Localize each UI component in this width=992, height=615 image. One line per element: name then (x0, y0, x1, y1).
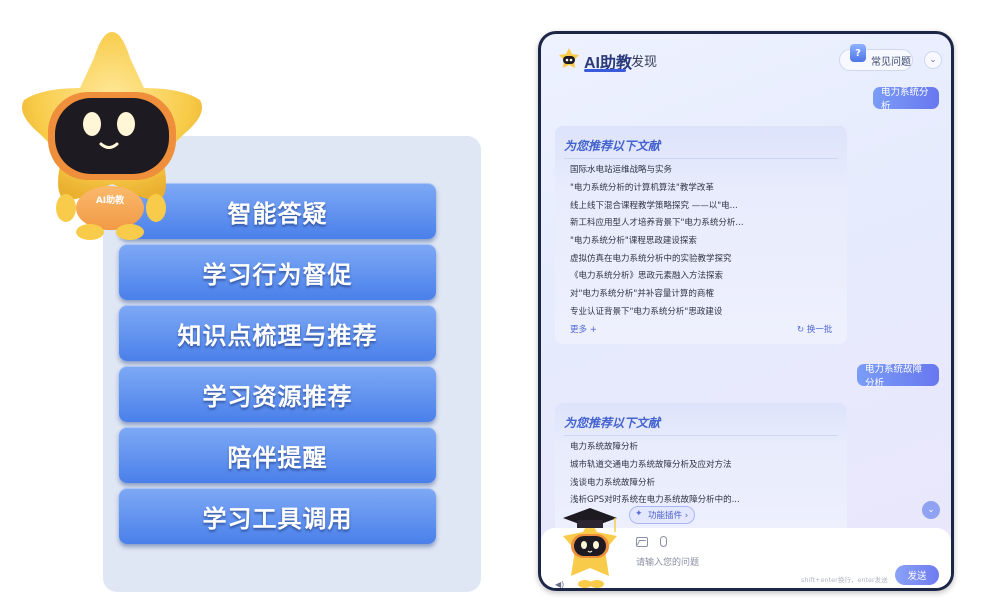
literature-item[interactable]: 专业认证背景下"电力系统分析"思政建设 (570, 305, 722, 317)
send-button[interactable]: 发送 (895, 565, 939, 585)
feature-learning-supervision[interactable]: 学习行为督促 (119, 244, 436, 300)
feature-knowledge-review[interactable]: 知识点梳理与推荐 (119, 305, 436, 361)
literature-item[interactable]: 浅谈电力系统故障分析 (570, 476, 655, 488)
robot-logo-icon (559, 48, 579, 68)
plugin-icon: ✦ (635, 509, 643, 519)
literature-item[interactable]: 对"电力系统分析"并补容量计算的商榷 (570, 287, 714, 299)
literature-item[interactable]: 线上线下混合课程教学策略探究 ——以"电... (570, 199, 738, 211)
graduate-mascot-illustration (563, 508, 617, 588)
chat-window: AI助教 发现 ? 常见问题 ⌄ 电力系统分析 为您推荐以下文献 国际水电站运维… (538, 31, 954, 591)
speaker-icon[interactable]: ◀) (555, 580, 564, 588)
message-input[interactable]: 请输入您的问题 (636, 555, 699, 568)
refresh-icon: ↻ (797, 325, 805, 335)
star-mascot-illustration: AI助教 (22, 32, 202, 240)
plugin-label: 功能插件 › (648, 511, 689, 521)
feature-resource-recommend[interactable]: 学习资源推荐 (119, 366, 436, 422)
literature-item[interactable]: 电力系统故障分析 (570, 440, 638, 452)
literature-item[interactable]: 城市轨道交通电力系统故障分析及应对方法 (570, 458, 732, 470)
collapse-button[interactable]: ⌄ (924, 51, 942, 69)
feature-tool-invocation[interactable]: 学习工具调用 (119, 488, 436, 544)
divider (564, 158, 838, 159)
microphone-icon[interactable] (660, 536, 667, 547)
literature-item[interactable]: 国际水电站运维战略与实务 (570, 163, 672, 175)
chevron-down-icon: ⌄ (929, 55, 937, 65)
recommendation-title: 为您推荐以下文献 (564, 139, 661, 153)
chat-screen: AI助教 发现 ? 常见问题 ⌄ 电力系统分析 为您推荐以下文献 国际水电站运维… (541, 34, 951, 588)
tab-discover[interactable]: 发现 (631, 51, 657, 70)
literature-item[interactable]: 《电力系统分析》思政元素融入方法探索 (570, 269, 723, 281)
user-message: 电力系统故障分析 (857, 364, 939, 389)
recommendation-card: 为您推荐以下文献 国际水电站运维战略与实务 "电力系统分析的计算机算法"教学改革… (555, 126, 847, 344)
divider (564, 435, 838, 436)
scroll-to-bottom-button[interactable]: ⌄ (922, 501, 940, 519)
refresh-label: 换一批 (806, 325, 833, 335)
feature-companion-reminder[interactable]: 陪伴提醒 (119, 427, 436, 483)
image-upload-icon[interactable] (636, 537, 648, 547)
plugin-button[interactable]: ✦ 功能插件 › (629, 506, 695, 524)
question-icon: ? (850, 44, 866, 62)
shortcut-hint: shift+enter换行，enter发送 (801, 576, 888, 584)
literature-item[interactable]: "电力系统分析的计算机算法"教学改革 (570, 181, 714, 193)
chevron-down-icon: ⌄ (927, 505, 935, 515)
faq-button[interactable]: ? 常见问题 (839, 44, 913, 71)
user-message: 电力系统分析 (873, 87, 939, 112)
refresh-button[interactable]: ↻ 换一批 (797, 323, 832, 335)
more-link[interactable]: 更多 + (570, 323, 597, 335)
mascot-badge: AI助教 (96, 194, 125, 206)
chat-topbar: AI助教 发现 ? 常见问题 ⌄ (541, 34, 951, 84)
active-tab-indicator (584, 69, 626, 72)
literature-item[interactable]: "电力系统分析"课程思政建设探索 (570, 234, 697, 246)
faq-label: 常见问题 (871, 56, 911, 68)
literature-item[interactable]: 新工科应用型人才培养背景下"电力系统分析... (570, 216, 744, 228)
recommendation-title: 为您推荐以下文献 (564, 416, 661, 430)
literature-item[interactable]: 虚拟仿真在电力系统分析中的实验教学探究 (570, 252, 732, 264)
